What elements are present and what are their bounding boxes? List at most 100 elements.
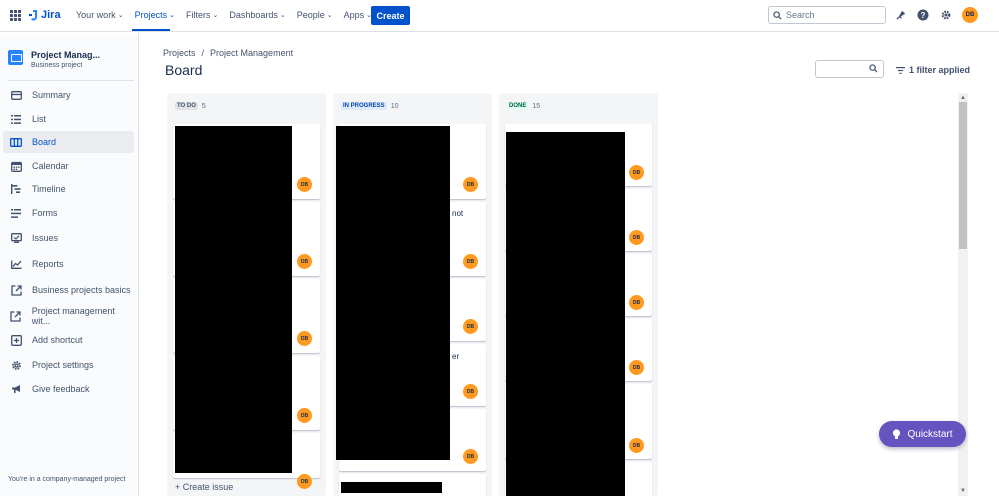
assignee-avatar[interactable]: DB — [463, 254, 478, 269]
assignee-avatar[interactable]: DB — [297, 254, 312, 269]
sidebar-item-label: Project management wit... — [31, 306, 115, 326]
nav-people[interactable]: People ⌄ — [297, 10, 333, 20]
board-search-input[interactable] — [815, 60, 884, 78]
settings-gear-icon[interactable] — [939, 8, 953, 22]
top-navigation: Jira Your work ⌄ Projects ⌄ Filters ⌄ Dashb… — [0, 0, 999, 32]
redaction-block — [341, 482, 442, 493]
create-button[interactable]: Create — [371, 6, 410, 25]
nav-dashboards[interactable]: Dashboards ⌄ — [229, 10, 285, 20]
sidebar-item-calendar[interactable]: Calendar — [3, 155, 134, 177]
sidebar-item-label: Project settings — [32, 360, 94, 370]
sidebar: Project Manag... Business project Summar… — [0, 33, 139, 496]
sidebar-item-forms[interactable]: Forms — [3, 202, 134, 224]
filter-label: 1 filter applied — [909, 65, 971, 75]
assignee-avatar[interactable]: DB — [629, 438, 644, 453]
lightbulb-icon — [893, 428, 901, 439]
scroll-up-arrow-icon[interactable]: ▲ — [959, 94, 967, 102]
chevron-down-icon: ⌄ — [212, 12, 219, 19]
assignee-avatar[interactable]: DB — [463, 177, 478, 192]
sidebar-item-label: Add shortcut — [32, 335, 83, 345]
column-title: TO DO — [175, 102, 198, 110]
assignee-avatar[interactable]: DB — [463, 449, 478, 464]
search-input[interactable]: Search — [768, 6, 886, 24]
sidebar-item-reports[interactable]: Reports — [3, 253, 134, 275]
sidebar-item-label: Summary — [32, 90, 71, 100]
search-icon — [773, 10, 782, 20]
create-issue-button[interactable]: + Create issue — [175, 482, 233, 492]
project-header[interactable]: Project Manag... Business project — [8, 50, 100, 69]
sidebar-item-business-projects-basics[interactable]: Business projects basics — [3, 279, 134, 301]
sidebar-item-add-shortcut[interactable]: Add shortcut — [3, 329, 134, 351]
assignee-avatar[interactable]: DB — [297, 408, 312, 423]
sidebar-item-list[interactable]: List — [3, 108, 134, 130]
column-title: IN PROGRESS — [341, 102, 387, 110]
timeline-icon — [10, 183, 22, 195]
help-icon[interactable]: ? — [916, 8, 930, 22]
sidebar-item-summary[interactable]: Summary — [3, 84, 134, 106]
gear-icon — [10, 359, 22, 371]
sidebar-item-project-management-with[interactable]: Project management wit... — [3, 305, 134, 327]
board-column-in-progress: IN PROGRESS 10 DB not DB DB er DB DB — [333, 93, 492, 496]
sidebar-item-board[interactable]: Board — [3, 131, 134, 153]
column-count: 10 — [390, 102, 399, 110]
reports-icon — [10, 258, 22, 270]
jira-logo-icon — [29, 10, 37, 21]
forms-icon — [10, 207, 22, 219]
sidebar-item-label: Give feedback — [32, 384, 90, 394]
column-header: IN PROGRESS 10 — [341, 102, 398, 110]
quickstart-button[interactable]: Quickstart — [879, 421, 966, 447]
nav-your-work[interactable]: Your work ⌄ — [76, 10, 124, 20]
project-name: Project Manag... — [31, 50, 101, 60]
sidebar-item-label: Issues — [32, 233, 59, 243]
assignee-avatar[interactable]: DB — [463, 384, 478, 399]
external-link-icon — [10, 310, 22, 322]
sidebar-item-issues[interactable]: Issues — [3, 227, 134, 249]
nav-label: Your work — [76, 10, 116, 20]
assignee-avatar[interactable]: DB — [629, 360, 644, 375]
nav-projects[interactable]: Projects ⌄ — [135, 10, 175, 20]
sidebar-item-project-settings[interactable]: Project settings — [3, 354, 134, 376]
active-nav-indicator — [132, 29, 170, 31]
search-placeholder: Search — [786, 10, 815, 20]
jira-logo[interactable]: Jira — [28, 9, 61, 21]
filter-button[interactable]: 1 filter applied — [896, 65, 970, 75]
sidebar-item-timeline[interactable]: Timeline — [3, 178, 134, 200]
sidebar-item-label: Board — [32, 137, 57, 147]
redaction-block — [506, 132, 625, 496]
nav-filters[interactable]: Filters ⌄ — [186, 10, 218, 20]
external-link-icon — [10, 284, 22, 296]
project-type-footer: You're in a company-managed project — [8, 476, 126, 483]
assignee-avatar[interactable]: DB — [629, 165, 644, 180]
sidebar-item-label: Forms — [32, 208, 58, 218]
column-header: DONE 15 — [507, 102, 540, 110]
notifications-icon[interactable] — [893, 8, 907, 22]
sidebar-item-label: Timeline — [32, 184, 66, 194]
user-avatar[interactable]: DB — [962, 7, 978, 23]
megaphone-icon — [10, 383, 22, 395]
product-name: Jira — [41, 9, 61, 21]
redaction-block — [175, 126, 292, 473]
assignee-avatar[interactable]: DB — [297, 331, 312, 346]
chevron-down-icon: ⌄ — [169, 12, 175, 19]
nav-label: Dashboards — [229, 10, 278, 20]
board-column-todo: TO DO 5 DB DB DB DB DB + Create issue — [167, 93, 326, 496]
column-header: TO DO 5 — [175, 102, 206, 110]
filter-icon — [896, 66, 905, 74]
scroll-down-arrow-icon[interactable]: ▼ — [959, 487, 967, 495]
sidebar-item-label: Reports — [32, 259, 64, 269]
assignee-avatar[interactable]: DB — [629, 230, 644, 245]
breadcrumb-project-management[interactable]: Project Management — [210, 48, 293, 58]
calendar-icon — [10, 160, 22, 172]
nav-apps[interactable]: Apps ⌄ — [344, 10, 372, 20]
sidebar-item-give-feedback[interactable]: Give feedback — [3, 378, 134, 400]
assignee-avatar[interactable]: DB — [463, 319, 478, 334]
app-switcher-icon[interactable] — [10, 10, 21, 21]
breadcrumb-projects[interactable]: Projects — [163, 48, 196, 58]
scrollbar-thumb[interactable] — [959, 102, 967, 249]
add-icon — [10, 334, 22, 346]
assignee-avatar[interactable]: DB — [297, 177, 312, 192]
quickstart-label: Quickstart — [907, 428, 953, 440]
assignee-avatar[interactable]: DB — [297, 474, 312, 489]
assignee-avatar[interactable]: DB — [629, 295, 644, 310]
sidebar-item-label: List — [32, 114, 47, 124]
